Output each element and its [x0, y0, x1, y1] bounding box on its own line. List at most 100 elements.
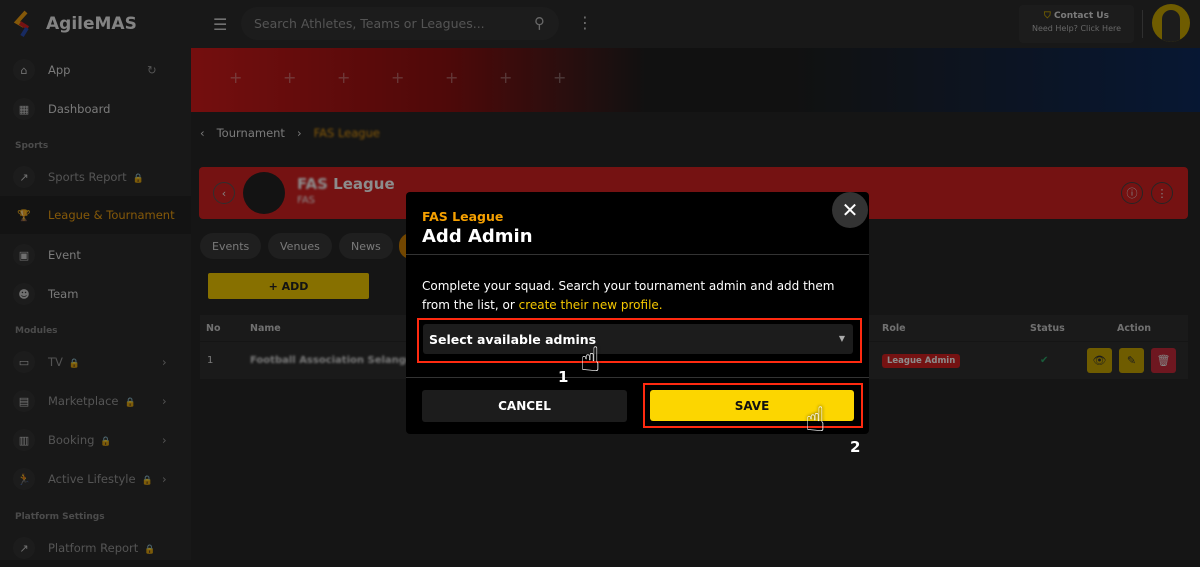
banner: + + + + + + +: [191, 48, 1200, 112]
contact-title: Contact Us: [1053, 11, 1109, 21]
edit-icon[interactable]: ✎: [1119, 348, 1144, 373]
divider: [406, 377, 869, 378]
cell-name: Football Association Selangor: [250, 355, 418, 366]
sidebar-item-tv[interactable]: ▭ TV 🔒 ›: [0, 343, 191, 381]
lock-icon: 🔒: [144, 545, 156, 555]
search-input[interactable]: Search Athletes, Teams or Leagues... ⚲: [241, 7, 559, 40]
col-name: Name: [250, 322, 281, 334]
lock-icon: 🔒: [100, 437, 112, 447]
col-role: Role: [882, 322, 906, 334]
tab-news[interactable]: News: [339, 233, 393, 259]
sidebar-item-label: App: [48, 63, 71, 77]
lock-icon: 🔒: [68, 359, 81, 369]
team-icon: ☻: [13, 283, 35, 305]
section-platform-settings: Platform Settings: [15, 512, 105, 522]
cell-no: 1: [207, 355, 214, 366]
sidebar-item-label: Platform Report: [48, 541, 139, 555]
close-icon[interactable]: ✕: [832, 192, 868, 228]
logo[interactable]: AgileMAS: [14, 10, 137, 38]
sidebar-item-label: Marketplace: [48, 394, 119, 408]
back-button[interactable]: ‹: [213, 182, 235, 204]
step-number-1: 1: [558, 368, 569, 386]
trending-icon: ↗: [13, 166, 35, 188]
sidebar-item-label: TV: [48, 355, 63, 369]
chevron-right-icon: ›: [162, 472, 167, 486]
league-logo: [243, 172, 285, 214]
refresh-icon[interactable]: ↻: [147, 63, 157, 77]
create-profile-link[interactable]: create their new profile.: [519, 298, 663, 312]
avatar[interactable]: [1152, 4, 1190, 42]
chevron-right-icon: ›: [162, 394, 167, 408]
sidebar-item-team[interactable]: ☻ Team: [0, 275, 191, 313]
col-no: No: [206, 322, 221, 334]
sidebar-item-label: League & Tournament: [48, 208, 175, 222]
sidebar-item-label: Event: [48, 248, 81, 262]
pointer-hand-icon: ☝: [805, 400, 826, 440]
sidebar-item-label: Team: [48, 287, 79, 301]
chevron-right-icon: ›: [296, 126, 302, 140]
breadcrumb: ‹ Tournament › FAS League: [200, 126, 380, 140]
sidebar: AgileMAS ⌂ App ↻ ▦ Dashboard Sports ↗ Sports…: [0, 0, 191, 560]
cancel-button[interactable]: CANCEL: [422, 390, 627, 422]
divider: [406, 254, 869, 255]
search-icon[interactable]: ⚲: [534, 14, 545, 32]
breadcrumb-tournament[interactable]: Tournament: [217, 126, 285, 140]
lock-icon: 🔒: [141, 476, 153, 486]
dashboard-icon: ▦: [13, 98, 35, 120]
status-check-icon: ✔: [1040, 355, 1049, 366]
back-chevron-icon[interactable]: ‹: [200, 126, 205, 140]
col-status: Status: [1030, 322, 1065, 334]
col-action: Action: [1117, 322, 1152, 334]
ticket-icon: ▣: [13, 244, 35, 266]
menu-icon[interactable]: ☰: [213, 15, 227, 34]
modal-title: Add Admin: [422, 226, 533, 247]
section-modules: Modules: [15, 326, 58, 336]
sidebar-item-active-lifestyle[interactable]: 🏃 Active Lifestyle 🔒 ›: [0, 460, 191, 498]
chevron-right-icon: ›: [162, 355, 167, 369]
sidebar-item-platform-report[interactable]: ↗ Platform Report 🔒: [0, 529, 191, 567]
step-number-2: 2: [850, 438, 861, 456]
trophy-icon: 🏆: [17, 208, 31, 222]
sidebar-item-booking[interactable]: ▥ Booking 🔒 ›: [0, 421, 191, 459]
more-vert-icon[interactable]: ⋮: [1151, 182, 1173, 204]
modal-description: Complete your squad. Search your tournam…: [422, 279, 835, 312]
sidebar-item-event[interactable]: ▣ Event: [0, 236, 191, 274]
search-placeholder: Search Athletes, Teams or Leagues...: [254, 16, 485, 31]
top-header: ☰ Search Athletes, Teams or Leagues... ⚲ …: [191, 0, 1200, 48]
section-sports: Sports: [15, 141, 49, 151]
more-vert-icon[interactable]: ⋮: [577, 13, 593, 32]
lock-icon: 🔒: [124, 398, 136, 408]
tv-icon: ▭: [13, 351, 35, 373]
sidebar-item-dashboard[interactable]: ▦ Dashboard: [0, 90, 191, 128]
building-icon: ▥: [13, 429, 35, 451]
sidebar-item-app[interactable]: ⌂ App ↻: [0, 51, 191, 89]
contact-us-button[interactable]: ⛉ Contact Us Need Help? Click Here: [1019, 5, 1134, 43]
trending-icon: ↗: [13, 537, 35, 559]
shield-icon: ⛉: [1044, 11, 1051, 21]
running-icon: 🏃: [13, 468, 35, 490]
tab-events[interactable]: Events: [200, 233, 262, 259]
sidebar-item-league-tournament[interactable]: 🏆 League & Tournament: [0, 196, 191, 234]
sidebar-item-marketplace[interactable]: ▤ Marketplace 🔒 ›: [0, 382, 191, 420]
sidebar-item-label: Active Lifestyle: [48, 472, 136, 486]
role-badge: League Admin: [882, 353, 961, 368]
divider: [1142, 10, 1143, 38]
sidebar-item-sports-report[interactable]: ↗ Sports Report 🔒: [0, 158, 191, 196]
sidebar-item-label: Booking: [48, 433, 95, 447]
lock-icon: 🔒: [132, 174, 144, 184]
highlight-select: [417, 318, 862, 363]
info-icon[interactable]: ⓘ: [1121, 182, 1143, 204]
league-title: FAS League: [297, 175, 395, 193]
tab-venues[interactable]: Venues: [268, 233, 332, 259]
delete-icon[interactable]: 🗑: [1151, 348, 1176, 373]
chevron-right-icon: ›: [162, 433, 167, 447]
view-icon[interactable]: 👁: [1087, 348, 1112, 373]
modal-league-name: FAS League: [422, 209, 504, 224]
pointer-hand-icon: ☝: [580, 340, 601, 380]
highlight-save: [643, 383, 863, 428]
sidebar-item-label: Dashboard: [48, 102, 111, 116]
store-icon: ▤: [13, 390, 35, 412]
league-subtitle: FAS: [297, 195, 316, 206]
add-button[interactable]: + ADD: [208, 273, 369, 299]
contact-subtitle: Need Help? Click Here: [1031, 24, 1122, 33]
